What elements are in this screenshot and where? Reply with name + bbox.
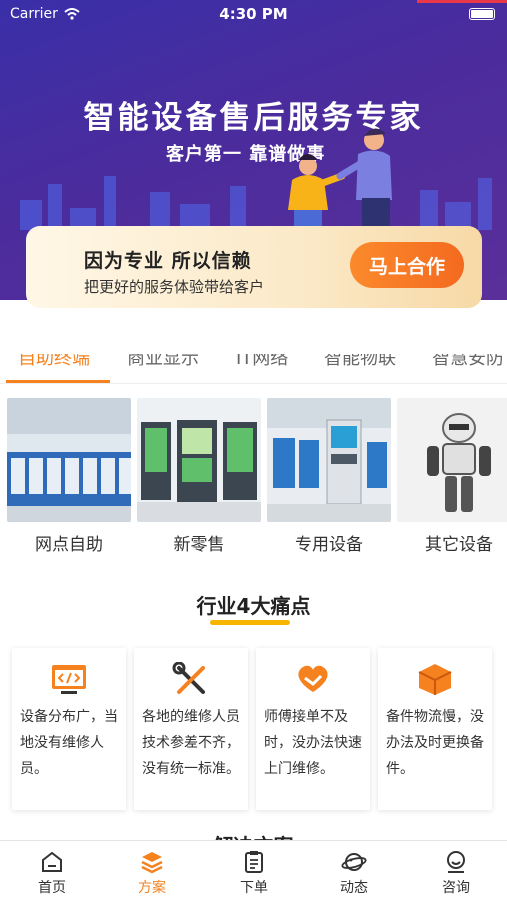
category-card-other-equipment[interactable]: 其它设备 (397, 398, 507, 555)
heart-hand-icon (298, 665, 328, 692)
pain-point-text: 备件物流慢，没办法及时更换备件。 (386, 709, 484, 777)
status-time: 4:30 PM (219, 5, 288, 23)
promo-card: 因为专业 所以信赖 把更好的服务体验带给客户 马上合作 (26, 226, 482, 308)
tabbar-order[interactable]: 下单 (214, 849, 294, 897)
tabbar-label: 下单 (240, 880, 268, 896)
category-label: 新零售 (173, 535, 225, 555)
package-box-icon (418, 664, 452, 695)
battery-icon (469, 8, 495, 20)
category-card-special-equipment[interactable]: 专用设备 (267, 398, 391, 555)
category-label: 网点自助 (35, 535, 103, 555)
vending-machines-image (137, 398, 261, 522)
category-list: 网点自助 新零售 专用设备 其它设备 (0, 398, 507, 555)
tabbar-home[interactable]: 首页 (12, 849, 92, 897)
tabbar-label: 动态 (340, 880, 368, 896)
category-label: 其它设备 (425, 535, 493, 555)
pain-point-card: 设备分布广，当地没有维修人员。 (12, 648, 126, 810)
tabbar-solutions[interactable]: 方案 (112, 849, 192, 897)
tabbar-news[interactable]: 动态 (314, 849, 394, 897)
pain-point-text: 设备分布广，当地没有维修人员。 (20, 709, 118, 777)
pain-point-text: 各地的维修人员技术参差不齐，没有统一标准。 (142, 709, 240, 777)
category-label: 专用设备 (295, 535, 363, 555)
atm-kiosks-image (7, 398, 131, 522)
status-bar: Carrier 4:30 PM (0, 0, 507, 28)
pain-point-card: 备件物流慢，没办法及时更换备件。 (378, 648, 492, 810)
home-icon (42, 851, 62, 872)
tabbar-label: 方案 (138, 880, 166, 896)
layers-icon (141, 852, 163, 874)
hero-title: 智能设备售后服务专家 (83, 100, 424, 136)
pain-point-card: 师傅接单不及时，没办法快速上门维修。 (256, 648, 370, 810)
category-card-new-retail[interactable]: 新零售 (137, 398, 261, 555)
planet-icon (341, 853, 367, 871)
city-skyline-illustration (0, 170, 507, 230)
pain-points-title: 行业4大痛点 (196, 594, 311, 618)
category-card-branch-self-service[interactable]: 网点自助 (7, 398, 131, 555)
section-title-underline (210, 620, 290, 625)
service-kiosk-image (267, 398, 391, 522)
bottom-tab-bar: 首页 方案 下单 动态 咨询 (0, 840, 507, 900)
tabbar-label: 首页 (38, 880, 66, 896)
pain-point-card: 各地的维修人员技术参差不齐，没有统一标准。 (134, 648, 248, 810)
tools-icon (172, 662, 205, 694)
pain-point-text: 师傅接单不及时，没办法快速上门维修。 (264, 709, 362, 777)
robot-image (397, 398, 507, 522)
app-screen: 智能设备售后服务专家 客户第一 靠谱做事 Carrier 4:30 PM 因为专… (0, 0, 507, 900)
active-tab-indicator (6, 380, 110, 383)
tabbar-label: 咨询 (442, 880, 470, 896)
code-window-icon (52, 665, 86, 694)
cooperate-now-button[interactable]: 马上合作 (350, 242, 464, 288)
promo-description: 把更好的服务体验带给客户 (84, 278, 265, 296)
clipboard-icon (245, 851, 263, 873)
status-accent-line (417, 0, 507, 3)
handshake-illustration (288, 128, 392, 228)
support-agent-icon (447, 851, 465, 873)
promo-headline: 因为专业 所以信赖 (84, 250, 252, 272)
tabbar-consult[interactable]: 咨询 (416, 849, 496, 897)
